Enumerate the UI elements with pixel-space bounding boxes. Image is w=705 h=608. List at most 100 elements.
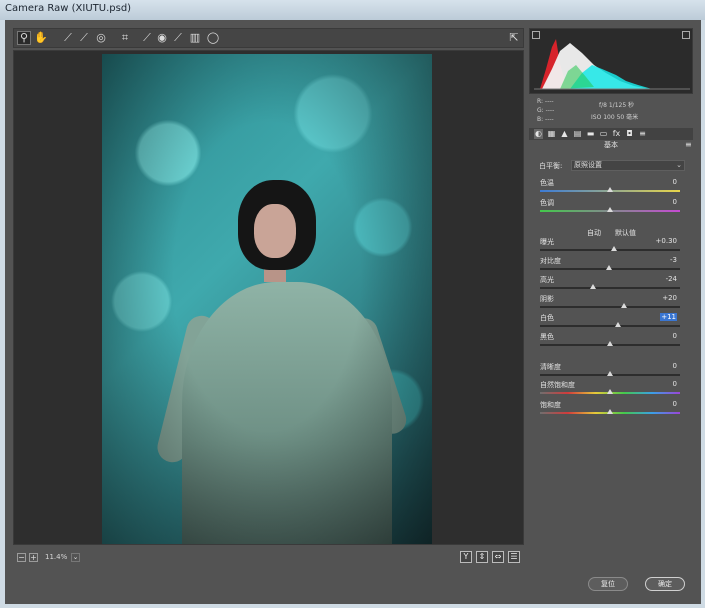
exposure-thumb[interactable] — [611, 246, 617, 251]
toolbar: ⚲ ✋ ⟋ ⟋ ◎ ⌗ ⟋ ◉ ⟋ ▥ ◯ ⇱ — [13, 28, 524, 48]
crop-icon: ⌗ — [121, 31, 129, 44]
brush-icon: ⟋ — [174, 31, 182, 44]
exposure-track[interactable] — [540, 249, 680, 251]
tab-hsl[interactable]: ▤ — [573, 129, 582, 139]
clarity-value[interactable]: 0 — [673, 362, 677, 370]
zoom-out-button[interactable]: − — [17, 553, 26, 562]
tab-presets[interactable]: ≡ — [638, 129, 647, 139]
saturation-thumb[interactable] — [607, 409, 613, 414]
eye-icon: ◉ — [157, 31, 167, 44]
highlights-slider[interactable]: 高光 -24 — [535, 275, 685, 295]
vibrance-slider[interactable]: 自然饱和度 0 — [535, 380, 685, 400]
shadows-track[interactable] — [540, 306, 680, 308]
window-title: Camera Raw (XIUTU.psd) — [5, 3, 132, 14]
white-balance-value: 原照设置 — [574, 161, 602, 169]
color-sampler-tool[interactable]: ⟋ — [77, 31, 91, 45]
hand-tool[interactable]: ✋ — [34, 31, 48, 45]
saturation-slider[interactable]: 饱和度 0 — [535, 400, 685, 420]
zoom-dropdown[interactable]: ⌄ — [71, 553, 80, 562]
white-balance-select[interactable]: 原照设置 ⌄ — [571, 160, 685, 171]
toggle-settings[interactable]: ☰ — [508, 551, 520, 563]
temperature-thumb[interactable] — [607, 187, 613, 192]
zoom-in-button[interactable]: + — [29, 553, 38, 562]
temperature-slider[interactable]: 色温 0 — [535, 178, 685, 198]
panel-tabs: ◐ ▦ ▲ ▤ ▬ ▭ fx ◘ ≡ — [529, 128, 693, 140]
targeted-adjustment-tool[interactable]: ◎ — [94, 31, 108, 45]
vibrance-value[interactable]: 0 — [673, 380, 677, 388]
whites-thumb[interactable] — [615, 322, 621, 327]
camera-raw-content: ⚲ ✋ ⟋ ⟋ ◎ ⌗ ⟋ ◉ ⟋ ▥ ◯ ⇱ − + 11.4% ⌄ Y ⇕ ⇔ ☰ — [5, 20, 701, 604]
contrast-slider[interactable]: 对比度 -3 — [535, 256, 685, 276]
tab-camera-calibration[interactable]: ◘ — [625, 129, 634, 139]
color-sampler-icon: ⟋ — [80, 31, 88, 44]
image-preview[interactable] — [13, 50, 524, 545]
tint-slider[interactable]: 色调 0 — [535, 198, 685, 218]
white-balance-row: 白平衡: 原照设置 ⌄ — [535, 160, 685, 172]
white-balance-tool[interactable]: ⟋ — [61, 31, 75, 45]
blacks-thumb[interactable] — [607, 341, 613, 346]
tint-thumb[interactable] — [607, 207, 613, 212]
tab-split-toning[interactable]: ▬ — [586, 129, 595, 139]
tab-lens[interactable]: ▭ — [599, 129, 608, 139]
vibrance-label: 自然饱和度 — [540, 381, 575, 389]
adjustment-brush-tool[interactable]: ⟋ — [171, 31, 185, 45]
contrast-thumb[interactable] — [606, 265, 612, 270]
tab-detail[interactable]: ▲ — [560, 129, 569, 139]
copy-settings[interactable]: ⇔ — [492, 551, 504, 563]
panel-menu-icon[interactable]: ≡ — [685, 140, 692, 149]
clarity-thumb[interactable] — [607, 371, 613, 376]
target-adjust-icon: ◎ — [96, 31, 106, 44]
chevron-down-icon: ⌄ — [676, 161, 682, 169]
exposure-value[interactable]: +0.30 — [656, 237, 677, 245]
zoom-tool[interactable]: ⚲ — [17, 31, 31, 45]
highlights-thumb[interactable] — [590, 284, 596, 289]
tab-basic[interactable]: ◐ — [534, 129, 543, 139]
vibrance-thumb[interactable] — [607, 389, 613, 394]
highlights-label: 高光 — [540, 276, 554, 284]
before-after-toggle[interactable]: Y — [460, 551, 472, 563]
highlights-track[interactable] — [540, 287, 680, 289]
photo — [102, 54, 432, 544]
graduated-filter-tool[interactable]: ▥ — [188, 31, 202, 45]
radial-filter-tool[interactable]: ◯ — [206, 31, 220, 45]
shadows-label: 阴影 — [540, 295, 554, 303]
blacks-value[interactable]: 0 — [673, 332, 677, 340]
blacks-slider[interactable]: 黑色 0 — [535, 332, 685, 352]
contrast-label: 对比度 — [540, 257, 561, 265]
whites-label: 白色 — [540, 314, 554, 322]
eyedropper-icon: ⟋ — [64, 31, 72, 44]
tab-tone-curve[interactable]: ▦ — [547, 129, 556, 139]
aperture-shutter: f/8 1/125 秒 — [599, 102, 635, 109]
panel-title: 基本 — [604, 141, 618, 149]
whites-slider[interactable]: 白色 +11 — [535, 313, 685, 333]
ok-button[interactable]: 确定 — [645, 577, 685, 591]
highlights-value[interactable]: -24 — [666, 275, 677, 283]
temperature-value[interactable]: 0 — [673, 178, 677, 186]
straighten-tool[interactable]: ⟋ — [140, 31, 154, 45]
tint-label: 色调 — [540, 199, 554, 207]
histogram — [529, 28, 693, 94]
shadows-thumb[interactable] — [621, 303, 627, 308]
chevron-down-icon: ⌄ — [72, 553, 79, 561]
whites-track[interactable] — [540, 325, 680, 327]
graduated-filter-icon: ▥ — [189, 31, 201, 44]
plus-icon: + — [30, 553, 37, 562]
redeye-tool[interactable]: ◉ — [155, 31, 169, 45]
crop-tool[interactable]: ⌗ — [118, 31, 132, 45]
temperature-label: 色温 — [540, 179, 554, 187]
saturation-label: 饱和度 — [540, 401, 561, 409]
whites-value[interactable]: +11 — [660, 313, 677, 321]
contrast-value[interactable]: -3 — [670, 256, 677, 264]
tab-fx[interactable]: fx — [612, 129, 621, 139]
tint-value[interactable]: 0 — [673, 198, 677, 206]
readout-b: B: ---- — [537, 116, 554, 123]
reset-button[interactable]: 复位 — [588, 577, 628, 591]
swap-before-after[interactable]: ⇕ — [476, 551, 488, 563]
minus-icon: − — [18, 553, 25, 562]
open-preferences-icon[interactable]: ⇱ — [507, 31, 521, 45]
saturation-value[interactable]: 0 — [673, 400, 677, 408]
shadows-slider[interactable]: 阴影 +20 — [535, 294, 685, 314]
shadows-value[interactable]: +20 — [662, 294, 677, 302]
exposure-slider[interactable]: 曝光 +0.30 — [535, 237, 685, 257]
clarity-slider[interactable]: 清晰度 0 — [535, 362, 685, 382]
